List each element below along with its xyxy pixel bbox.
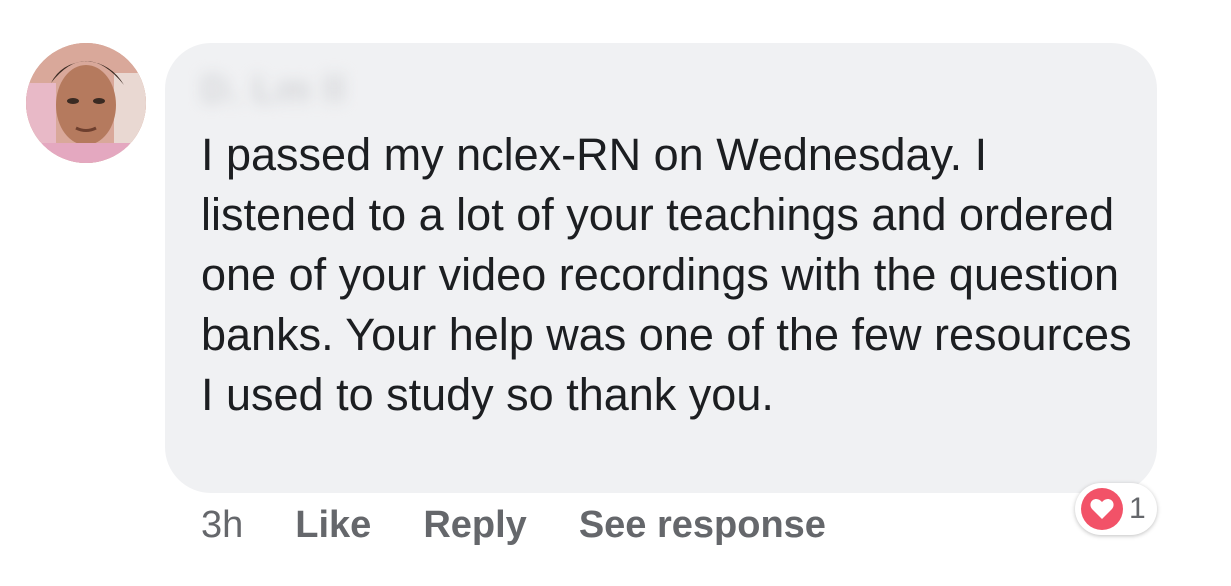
comment-text: I passed my nclex-RN on Wednesday. I lis… [201, 129, 1132, 420]
see-response-button[interactable]: See response [579, 504, 826, 547]
comment-bubble: D. Lm ll I passed my nclex-RN on Wednesd… [165, 43, 1157, 493]
heart-icon [1081, 488, 1123, 530]
comment-actions: 3h Like Reply See response [201, 500, 878, 550]
avatar-image [26, 43, 146, 163]
comment-timestamp[interactable]: 3h [201, 504, 243, 547]
avatar[interactable] [26, 43, 146, 163]
reaction-summary[interactable]: 1 [1075, 483, 1157, 535]
reply-button[interactable]: Reply [423, 504, 526, 547]
comment-author-name[interactable]: D. Lm ll [201, 69, 346, 112]
reaction-count: 1 [1129, 492, 1146, 525]
like-button[interactable]: Like [295, 504, 371, 547]
